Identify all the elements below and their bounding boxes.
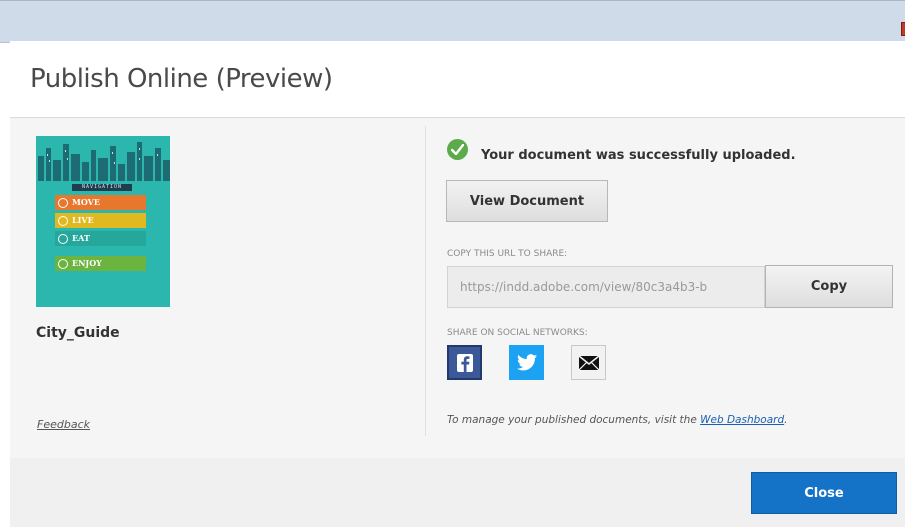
- web-dashboard-link[interactable]: Web Dashboard: [700, 414, 784, 426]
- thumbnail-menu-enjoy: ENJOY: [55, 256, 146, 271]
- manage-documents-suffix: .: [784, 414, 788, 426]
- publish-online-dialog: x Publish Online (Preview): [0, 0, 905, 527]
- fork-icon: [58, 233, 68, 244]
- dialog-content: NAVIGATION MOVE LIVE EAT ENJOY City_Guid…: [10, 118, 905, 458]
- email-icon: [578, 355, 599, 370]
- twitter-share-button[interactable]: [509, 345, 544, 380]
- thumbnail-menu-eat: EAT: [55, 231, 146, 246]
- document-thumbnail: NAVIGATION MOVE LIVE EAT ENJOY: [36, 136, 170, 307]
- checkmark-circle-icon: [447, 139, 468, 160]
- view-document-button[interactable]: View Document: [446, 180, 608, 222]
- city-skyline-graphic: [36, 136, 170, 181]
- close-button[interactable]: Close: [751, 472, 897, 514]
- window-title-bar: x: [0, 0, 905, 43]
- manage-documents-prefix: To manage your published documents, visi…: [447, 414, 697, 426]
- document-panel: NAVIGATION MOVE LIVE EAT ENJOY City_Guid…: [10, 118, 425, 458]
- checkmark-icon: [451, 144, 464, 155]
- dialog-header: Publish Online (Preview): [10, 41, 905, 118]
- page-title: Publish Online (Preview): [30, 64, 333, 94]
- twitter-icon: [516, 354, 537, 371]
- thumbnail-menu-live: LIVE: [55, 213, 146, 228]
- window-close-icon[interactable]: x: [901, 22, 905, 36]
- share-url-label: COPY THIS URL TO SHARE:: [447, 249, 568, 259]
- thumbnail-menu-label: EAT: [72, 233, 90, 243]
- document-name: City_Guide: [36, 325, 120, 341]
- upload-success-message: Your document was successfully uploaded.: [481, 148, 796, 163]
- facebook-share-button[interactable]: [447, 345, 482, 380]
- star-icon: [58, 258, 68, 269]
- thumbnail-menu-label: ENJOY: [72, 258, 102, 268]
- thumbnail-menu-label: LIVE: [72, 215, 94, 225]
- share-url-field[interactable]: https://indd.adobe.com/view/80c3a4b3-b: [447, 266, 765, 308]
- dialog-footer: Close: [10, 458, 905, 527]
- thumbnail-menu-label: MOVE: [72, 197, 100, 207]
- feedback-link[interactable]: Feedback: [37, 418, 90, 431]
- publish-panel: Your document was successfully uploaded.…: [426, 118, 905, 458]
- target-icon: [58, 197, 68, 208]
- email-share-button[interactable]: [571, 345, 606, 380]
- manage-documents-text: To manage your published documents, visi…: [447, 414, 787, 426]
- copy-button[interactable]: Copy: [765, 265, 893, 308]
- thumbnail-menu-move: MOVE: [55, 195, 146, 210]
- thumbnail-nav-label: NAVIGATION: [72, 184, 132, 191]
- social-networks-label: SHARE ON SOCIAL NETWORKS:: [447, 328, 588, 338]
- facebook-icon: [456, 353, 473, 372]
- home-icon: [58, 215, 68, 226]
